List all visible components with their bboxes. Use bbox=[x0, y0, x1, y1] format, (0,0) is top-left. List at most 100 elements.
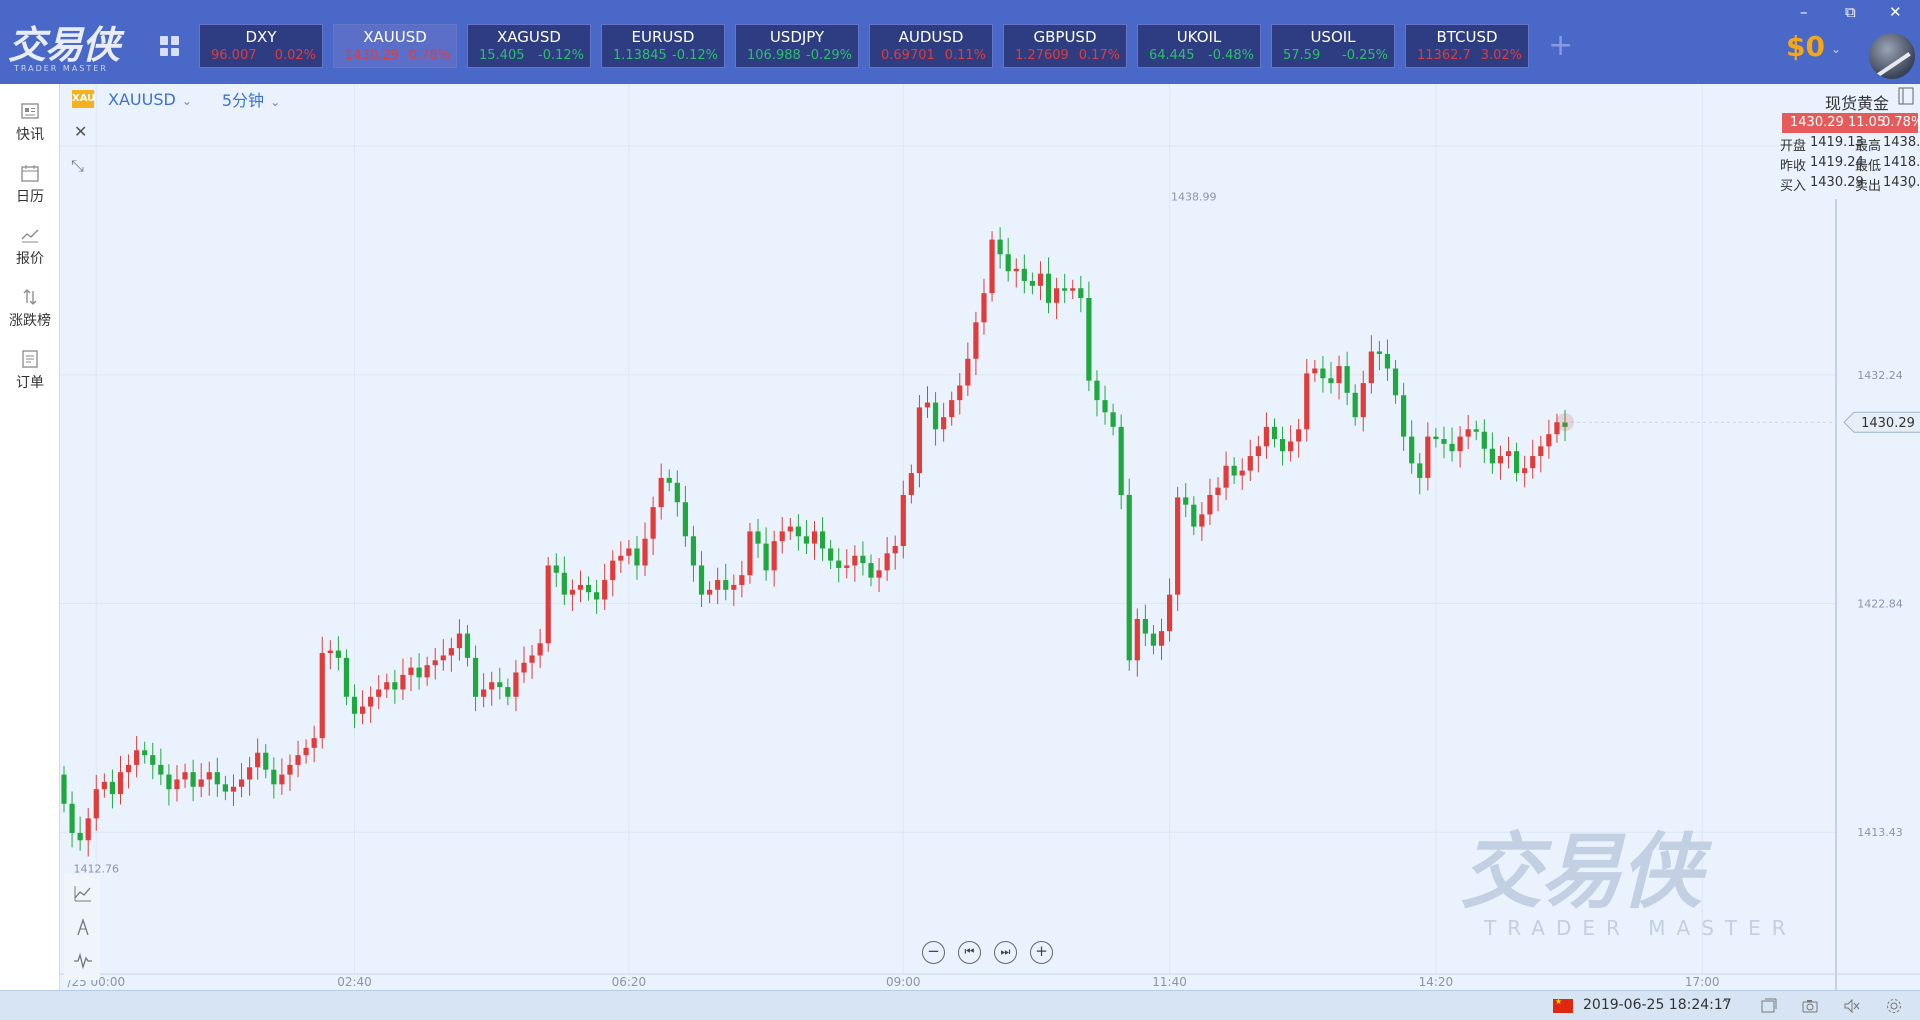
settings-gear-icon[interactable] bbox=[1885, 997, 1903, 1015]
quote-price-bar: 1430.29 11.05 0.78% bbox=[1782, 113, 1920, 133]
restore-button[interactable]: ⧉ bbox=[1845, 3, 1856, 21]
candle-body bbox=[779, 531, 785, 542]
live-price-glow bbox=[1556, 413, 1575, 432]
jump-last-button[interactable]: ⏭ bbox=[994, 941, 1017, 964]
candle-body bbox=[1054, 288, 1060, 303]
indicator-chart-icon[interactable] bbox=[72, 882, 94, 904]
timeframe-selector[interactable]: 5分钟 ⌄ bbox=[222, 87, 280, 111]
candle-body bbox=[763, 543, 769, 571]
candle-body bbox=[1150, 633, 1157, 646]
mute-icon[interactable] bbox=[1843, 997, 1861, 1015]
ticker-symbol: BTCUSD bbox=[1436, 28, 1498, 46]
candle-body bbox=[158, 764, 164, 775]
symbol-selector-label: XAUUSD bbox=[108, 89, 176, 109]
ticker-change: 3.02% bbox=[1480, 48, 1522, 63]
chart-area[interactable]: 1441.651432.241422.841413.43/25 00:0002:… bbox=[60, 84, 1920, 990]
account-balance[interactable]: $0 bbox=[1786, 30, 1825, 63]
y-tick-label: 1413.43 bbox=[1857, 826, 1903, 839]
candle-body bbox=[1021, 268, 1027, 281]
candle-body bbox=[973, 322, 979, 359]
symbol-badge: XAU bbox=[72, 90, 95, 108]
ticker-tab-usoil[interactable]: USOIL 57.59 -0.25% bbox=[1271, 24, 1395, 68]
panel-toggle-icon[interactable] bbox=[1898, 87, 1914, 105]
candle-body bbox=[803, 536, 810, 544]
app-logo: 交易侠 TRADER MASTER bbox=[8, 24, 132, 76]
x-tick-label: 11:40 bbox=[1152, 975, 1187, 989]
candle-body bbox=[271, 769, 277, 785]
candle-body bbox=[1441, 439, 1447, 444]
ranking-arrows-icon bbox=[23, 289, 37, 305]
ticker-tab-btcusd[interactable]: BTCUSD 11362.7 3.02% bbox=[1405, 24, 1529, 68]
candle-body bbox=[505, 687, 511, 697]
candle-body bbox=[303, 747, 309, 756]
zoom-out-button[interactable]: − bbox=[922, 941, 945, 964]
add-ticker-button[interactable]: + bbox=[1548, 28, 1573, 64]
ticker-price: 106.988 bbox=[747, 48, 801, 63]
candle-body bbox=[174, 779, 180, 790]
user-avatar[interactable] bbox=[1869, 33, 1915, 79]
collapse-icon[interactable]: ⤡ bbox=[71, 156, 84, 176]
nav-item-calendar[interactable]: 日历 bbox=[0, 156, 60, 206]
candle-body bbox=[1110, 412, 1116, 427]
window-layout-icon[interactable] bbox=[1760, 997, 1778, 1015]
nav-item-news[interactable]: 快讯 bbox=[0, 94, 60, 144]
candle-body bbox=[1013, 268, 1019, 272]
current-price-label: 1430.29 bbox=[1861, 416, 1915, 431]
candle-body bbox=[125, 764, 132, 773]
camera-icon[interactable] bbox=[1801, 997, 1819, 1015]
candle-body bbox=[1530, 456, 1536, 469]
candle-body bbox=[795, 526, 801, 537]
candle-body bbox=[1288, 441, 1294, 452]
candle-body bbox=[481, 689, 487, 697]
quote-change-pct: 0.78% bbox=[1882, 115, 1920, 130]
candle-body bbox=[1376, 351, 1383, 354]
nav-item-orders[interactable]: 订单 bbox=[0, 342, 60, 392]
candle-body bbox=[255, 752, 261, 768]
minimize-button[interactable]: – bbox=[1800, 3, 1808, 21]
ticker-change: -0.12% bbox=[538, 48, 584, 63]
ticker-tab-xauusd[interactable]: XAUUSD 1430.29 0.78% bbox=[333, 24, 457, 68]
ticker-tab-eurusd[interactable]: EURUSD 1.13845 -0.12% bbox=[601, 24, 725, 68]
candle-body bbox=[1522, 468, 1528, 474]
drawing-pen-icon[interactable] bbox=[72, 916, 94, 938]
candle-body bbox=[707, 589, 713, 595]
candle-body bbox=[852, 555, 858, 566]
candle-body bbox=[368, 696, 374, 707]
ticker-change: -0.12% bbox=[672, 48, 718, 63]
nav-item-ranking[interactable]: 涨跌榜 bbox=[0, 280, 60, 330]
candle-body bbox=[489, 682, 495, 690]
candle-body bbox=[1183, 497, 1189, 505]
candle-body bbox=[981, 293, 987, 323]
ticker-tab-ukoil[interactable]: UKOIL 64.445 -0.48% bbox=[1137, 24, 1261, 68]
ticker-tab-gbpusd[interactable]: GBPUSD 1.27609 0.17% bbox=[1003, 24, 1127, 68]
ticker-symbol: XAGUSD bbox=[497, 28, 561, 46]
ticker-tab-usdjpy[interactable]: USDJPY 106.988 -0.29% bbox=[735, 24, 859, 68]
jump-first-button[interactable]: ⏮ bbox=[958, 941, 981, 964]
current-datetime: 2019-06-25 18:24:17 bbox=[1583, 997, 1732, 1013]
candle-body bbox=[787, 526, 793, 532]
candle-body bbox=[85, 818, 91, 841]
candle-body bbox=[117, 772, 124, 795]
candle-body bbox=[747, 531, 753, 576]
symbol-selector[interactable]: XAUUSD ⌄ bbox=[108, 90, 192, 109]
candle-body bbox=[828, 548, 834, 561]
chevron-up-icon[interactable]: ⌃ bbox=[1720, 997, 1730, 1011]
candle-body bbox=[682, 502, 688, 537]
zoom-in-button[interactable]: + bbox=[1030, 941, 1053, 964]
close-window-button[interactable]: ✕ bbox=[1889, 3, 1902, 21]
ticker-tab-audusd[interactable]: AUDUSD 0.69701 0.11% bbox=[869, 24, 993, 68]
ticker-price: 1.27609 bbox=[1015, 48, 1069, 63]
nav-item-quotes[interactable]: 报价 bbox=[0, 218, 60, 268]
close-icon[interactable]: ✕ bbox=[74, 122, 87, 141]
waveform-icon[interactable] bbox=[72, 950, 94, 972]
candle-body bbox=[650, 507, 656, 539]
ticker-tab-xagusd[interactable]: XAGUSD 15.405 -0.12% bbox=[467, 24, 591, 68]
candle-body bbox=[965, 358, 971, 386]
chevron-down-icon[interactable]: ⌄ bbox=[1906, 177, 1916, 191]
grid-menu-icon[interactable] bbox=[160, 36, 180, 56]
candle-body bbox=[472, 657, 479, 697]
candle-body bbox=[392, 682, 398, 690]
ticker-tab-dxy[interactable]: DXY 96.007 0.02% bbox=[199, 24, 323, 68]
ticker-price: 96.007 bbox=[211, 48, 257, 63]
chevron-down-icon[interactable]: ⌄ bbox=[1831, 42, 1841, 56]
